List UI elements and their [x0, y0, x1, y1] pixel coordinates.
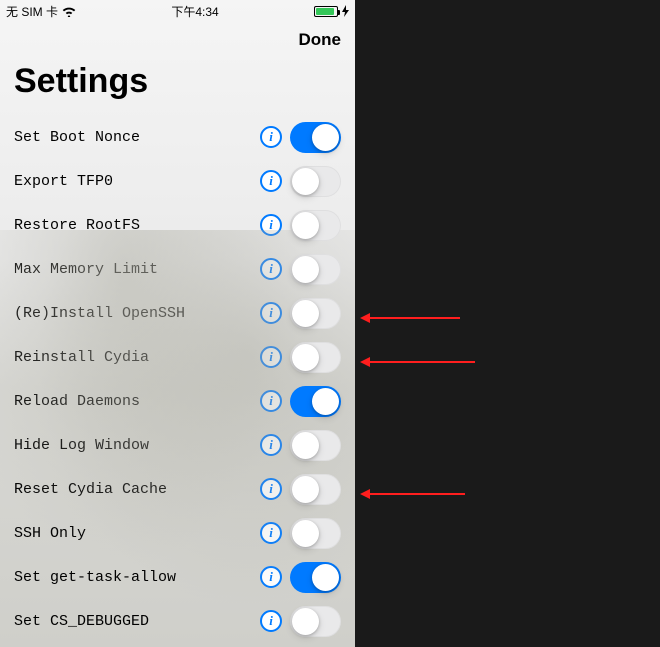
setting-row: Reload Daemonsi: [0, 379, 355, 423]
toggle-knob: [292, 256, 319, 283]
row-controls: i: [260, 342, 341, 373]
nav-bar: Done: [0, 20, 355, 56]
setting-row: Set CS_DEBUGGEDi: [0, 599, 355, 643]
page-title: Settings: [0, 56, 355, 115]
toggle-knob: [292, 212, 319, 239]
done-button[interactable]: Done: [299, 30, 342, 50]
info-icon[interactable]: i: [260, 346, 282, 368]
info-icon[interactable]: i: [260, 214, 282, 236]
status-time: 下午4:34: [171, 3, 218, 20]
info-icon[interactable]: i: [260, 478, 282, 500]
toggle-switch[interactable]: [290, 562, 341, 593]
info-icon[interactable]: i: [260, 170, 282, 192]
toggle-knob: [312, 124, 339, 151]
setting-label: Set CS_DEBUGGED: [14, 613, 260, 630]
toggle-knob: [292, 168, 319, 195]
row-controls: i: [260, 562, 341, 593]
toggle-switch[interactable]: [290, 474, 341, 505]
battery-icon: [314, 6, 338, 17]
row-controls: i: [260, 518, 341, 549]
charging-bolt-icon: [342, 5, 349, 17]
setting-label: Max Memory Limit: [14, 261, 260, 278]
toggle-knob: [292, 300, 319, 327]
setting-label: Reset Cydia Cache: [14, 481, 260, 498]
phone-screen: 无 SIM 卡 下午4:34 Done Settings Set Boot No…: [0, 0, 355, 647]
toggle-switch[interactable]: [290, 166, 341, 197]
row-controls: i: [260, 210, 341, 241]
toggle-switch[interactable]: [290, 386, 341, 417]
row-controls: i: [260, 386, 341, 417]
setting-label: Export TFP0: [14, 173, 260, 190]
annotation-arrow: [370, 361, 475, 363]
wifi-icon: [62, 6, 76, 17]
row-controls: i: [260, 298, 341, 329]
row-controls: i: [260, 606, 341, 637]
info-icon[interactable]: i: [260, 390, 282, 412]
setting-label: Reload Daemons: [14, 393, 260, 410]
setting-row: Set Boot Noncei: [0, 115, 355, 159]
status-bar: 无 SIM 卡 下午4:34: [0, 0, 355, 20]
row-controls: i: [260, 474, 341, 505]
info-icon[interactable]: i: [260, 566, 282, 588]
setting-label: Set Boot Nonce: [14, 129, 260, 146]
setting-row: Set get-task-allowi: [0, 555, 355, 599]
sim-status-text: 无 SIM 卡: [6, 3, 58, 20]
annotation-arrow: [370, 317, 460, 319]
settings-list[interactable]: Set Boot NonceiExport TFP0iRestore RootF…: [0, 115, 355, 643]
setting-label: Restore RootFS: [14, 217, 260, 234]
toggle-knob: [312, 564, 339, 591]
setting-row: SSH Onlyi: [0, 511, 355, 555]
toggle-knob: [292, 432, 319, 459]
toggle-switch[interactable]: [290, 518, 341, 549]
toggle-knob: [292, 608, 319, 635]
setting-label: Reinstall Cydia: [14, 349, 260, 366]
info-icon[interactable]: i: [260, 126, 282, 148]
row-controls: i: [260, 166, 341, 197]
setting-row: Restore RootFSi: [0, 203, 355, 247]
setting-label: Hide Log Window: [14, 437, 260, 454]
setting-label: SSH Only: [14, 525, 260, 542]
info-icon[interactable]: i: [260, 610, 282, 632]
toggle-switch[interactable]: [290, 122, 341, 153]
setting-row: Max Memory Limiti: [0, 247, 355, 291]
info-icon[interactable]: i: [260, 434, 282, 456]
setting-row: Hide Log Windowi: [0, 423, 355, 467]
toggle-switch[interactable]: [290, 298, 341, 329]
toggle-knob: [292, 520, 319, 547]
row-controls: i: [260, 122, 341, 153]
toggle-knob: [292, 476, 319, 503]
info-icon[interactable]: i: [260, 258, 282, 280]
toggle-knob: [312, 388, 339, 415]
setting-row: (Re)Install OpenSSHi: [0, 291, 355, 335]
setting-label: Set get-task-allow: [14, 569, 260, 586]
info-icon[interactable]: i: [260, 302, 282, 324]
toggle-switch[interactable]: [290, 430, 341, 461]
annotation-arrow: [370, 493, 465, 495]
setting-row: Reset Cydia Cachei: [0, 467, 355, 511]
row-controls: i: [260, 430, 341, 461]
toggle-switch[interactable]: [290, 342, 341, 373]
toggle-switch[interactable]: [290, 210, 341, 241]
setting-row: Export TFP0i: [0, 159, 355, 203]
setting-label: (Re)Install OpenSSH: [14, 305, 260, 322]
row-controls: i: [260, 254, 341, 285]
toggle-knob: [292, 344, 319, 371]
info-icon[interactable]: i: [260, 522, 282, 544]
toggle-switch[interactable]: [290, 606, 341, 637]
toggle-switch[interactable]: [290, 254, 341, 285]
status-left: 无 SIM 卡: [6, 3, 76, 20]
setting-row: Reinstall Cydiai: [0, 335, 355, 379]
status-right: [314, 5, 349, 17]
